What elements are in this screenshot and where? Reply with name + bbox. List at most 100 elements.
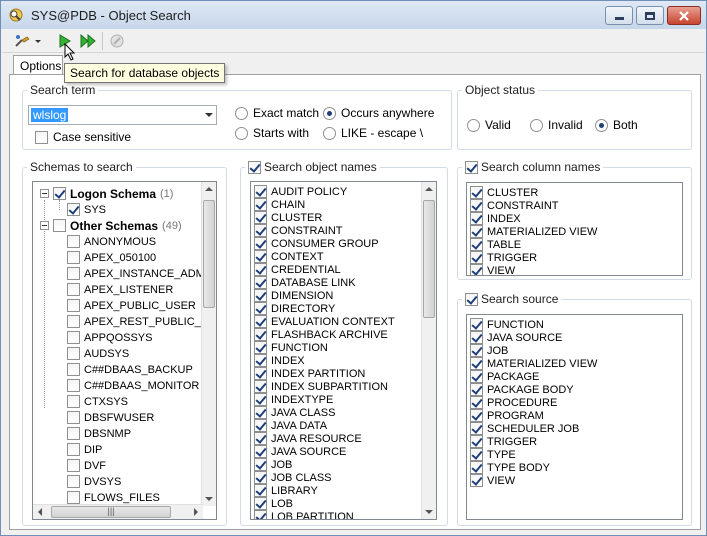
list-item[interactable]: TRIGGER (470, 435, 537, 448)
list-item[interactable]: LOB PARTITION (254, 510, 354, 519)
checkbox-box[interactable] (254, 471, 267, 484)
checkbox-box[interactable] (254, 419, 267, 432)
schemas-vscrollbar[interactable] (201, 182, 216, 506)
list-item[interactable]: CLUSTER (254, 211, 322, 224)
invalid-radio[interactable]: Invalid (530, 118, 583, 132)
list-item[interactable]: JAVA RESOURCE (254, 432, 362, 445)
list-item[interactable]: JOB CLASS (254, 471, 332, 484)
list-item[interactable]: MATERIALIZED VIEW (470, 225, 597, 238)
list-item[interactable]: JAVA SOURCE (254, 445, 346, 458)
tree-node-schema[interactable]: FLOWS_FILES (67, 491, 160, 504)
scroll-up-icon[interactable] (205, 187, 213, 191)
checkbox-box[interactable] (254, 497, 267, 510)
checkbox-box[interactable] (254, 328, 267, 341)
checkbox-box[interactable] (254, 354, 267, 367)
both-radio[interactable]: Both (595, 118, 638, 132)
checkbox-box[interactable] (254, 315, 267, 328)
tree-node-schema[interactable]: DBSNMP (67, 427, 131, 440)
checkbox-box[interactable] (254, 393, 267, 406)
checkbox-box[interactable] (470, 318, 483, 331)
schemas-tree[interactable]: Logon Schema (1) SYS Other Schemas (49) … (32, 181, 217, 520)
list-item[interactable]: INDEX SUBPARTITION (254, 380, 388, 393)
checkbox-box[interactable] (470, 199, 483, 212)
checkbox-box[interactable] (254, 185, 267, 198)
scroll-thumb[interactable] (423, 200, 435, 318)
list-item[interactable]: AUDIT POLICY (254, 185, 347, 198)
collapse-icon[interactable] (40, 221, 49, 230)
checkbox-box[interactable] (254, 302, 267, 315)
options-dropdown-button[interactable] (12, 32, 44, 50)
list-item[interactable]: CONSTRAINT (254, 224, 343, 237)
exact-match-radio[interactable]: Exact match (235, 106, 319, 120)
list-item[interactable]: TRIGGER (470, 251, 537, 264)
tree-node-schema[interactable]: APEX_INSTANCE_ADMI (67, 267, 208, 280)
list-item[interactable]: FUNCTION (470, 318, 544, 331)
checkbox-box[interactable] (254, 380, 267, 393)
scroll-left-icon[interactable] (38, 508, 42, 516)
scroll-thumb[interactable] (203, 200, 215, 308)
minimize-button[interactable] (605, 6, 633, 25)
list-item[interactable]: LIBRARY (254, 484, 318, 497)
checkbox-box[interactable] (254, 445, 267, 458)
list-item[interactable]: EVALUATION CONTEXT (254, 315, 395, 328)
scroll-up-icon[interactable] (425, 187, 433, 191)
list-item[interactable]: VIEW (470, 474, 515, 487)
checkbox-box[interactable] (67, 267, 80, 280)
list-item[interactable]: CONTEXT (254, 250, 324, 263)
list-item[interactable]: LOB (254, 497, 293, 510)
checkbox-box[interactable] (53, 187, 66, 200)
tree-node-schema[interactable]: C##DBAAS_BACKUP (67, 363, 193, 376)
checkbox-box[interactable] (470, 331, 483, 344)
checkbox-box[interactable] (470, 212, 483, 225)
tree-node-schema[interactable]: APEX_REST_PUBLIC_U (67, 315, 209, 328)
list-item[interactable]: DATABASE LINK (254, 276, 356, 289)
search-source-checkbox[interactable] (465, 292, 478, 306)
checkbox-box[interactable] (470, 251, 483, 264)
checkbox-box[interactable] (254, 224, 267, 237)
checkbox-box[interactable] (470, 448, 483, 461)
list-item[interactable]: FUNCTION (254, 341, 328, 354)
list-item[interactable]: FLASHBACK ARCHIVE (254, 328, 388, 341)
list-item[interactable]: CONSTRAINT (470, 199, 559, 212)
checkbox-box[interactable] (67, 315, 80, 328)
object-names-vscrollbar[interactable] (421, 182, 436, 519)
checkbox-box[interactable] (67, 347, 80, 360)
checkbox-box[interactable] (470, 461, 483, 474)
checkbox-box[interactable] (254, 263, 267, 276)
list-item[interactable]: JOB (470, 344, 508, 357)
checkbox-box[interactable] (470, 409, 483, 422)
checkbox-box[interactable] (67, 331, 80, 344)
checkbox-box[interactable] (254, 367, 267, 380)
checkbox-box[interactable] (67, 395, 80, 408)
checkbox-box[interactable] (254, 341, 267, 354)
tree-node-schema[interactable]: DVSYS (67, 475, 121, 488)
valid-radio[interactable]: Valid (467, 118, 511, 132)
checkbox-box[interactable] (53, 219, 66, 232)
list-item[interactable]: JAVA DATA (254, 419, 327, 432)
list-item[interactable]: JOB (254, 458, 292, 471)
tree-node-schema[interactable]: APEX_PUBLIC_USER (67, 299, 196, 312)
tree-node-schema[interactable]: ANONYMOUS (67, 235, 156, 248)
checkbox-box[interactable] (67, 235, 80, 248)
tab-options[interactable]: Options (13, 55, 63, 75)
list-item[interactable]: VIEW (470, 264, 515, 275)
checkbox-box[interactable] (254, 406, 267, 419)
checkbox-box[interactable] (67, 203, 80, 216)
search-column-names-checkbox[interactable] (465, 160, 478, 174)
list-item[interactable]: TYPE (470, 448, 516, 461)
close-button[interactable] (667, 6, 701, 25)
maximize-button[interactable] (636, 6, 664, 25)
tree-node-schema[interactable]: SYS (67, 203, 106, 216)
checkbox-box[interactable] (67, 251, 80, 264)
search-object-names-checkbox[interactable] (248, 160, 261, 174)
tree-node-schema[interactable]: DBSFWUSER (67, 411, 154, 424)
checkbox-box[interactable] (67, 379, 80, 392)
tree-node-other-schemas[interactable]: Other Schemas (49) (40, 219, 182, 233)
checkbox-box[interactable] (254, 484, 267, 497)
list-item[interactable]: TYPE BODY (470, 461, 550, 474)
tree-node-schema[interactable]: CTXSYS (67, 395, 128, 408)
checkbox-box[interactable] (470, 474, 483, 487)
tree-node-schema[interactable]: APEX_050100 (67, 251, 156, 264)
list-item[interactable]: CREDENTIAL (254, 263, 341, 276)
scroll-down-icon[interactable] (425, 510, 433, 514)
